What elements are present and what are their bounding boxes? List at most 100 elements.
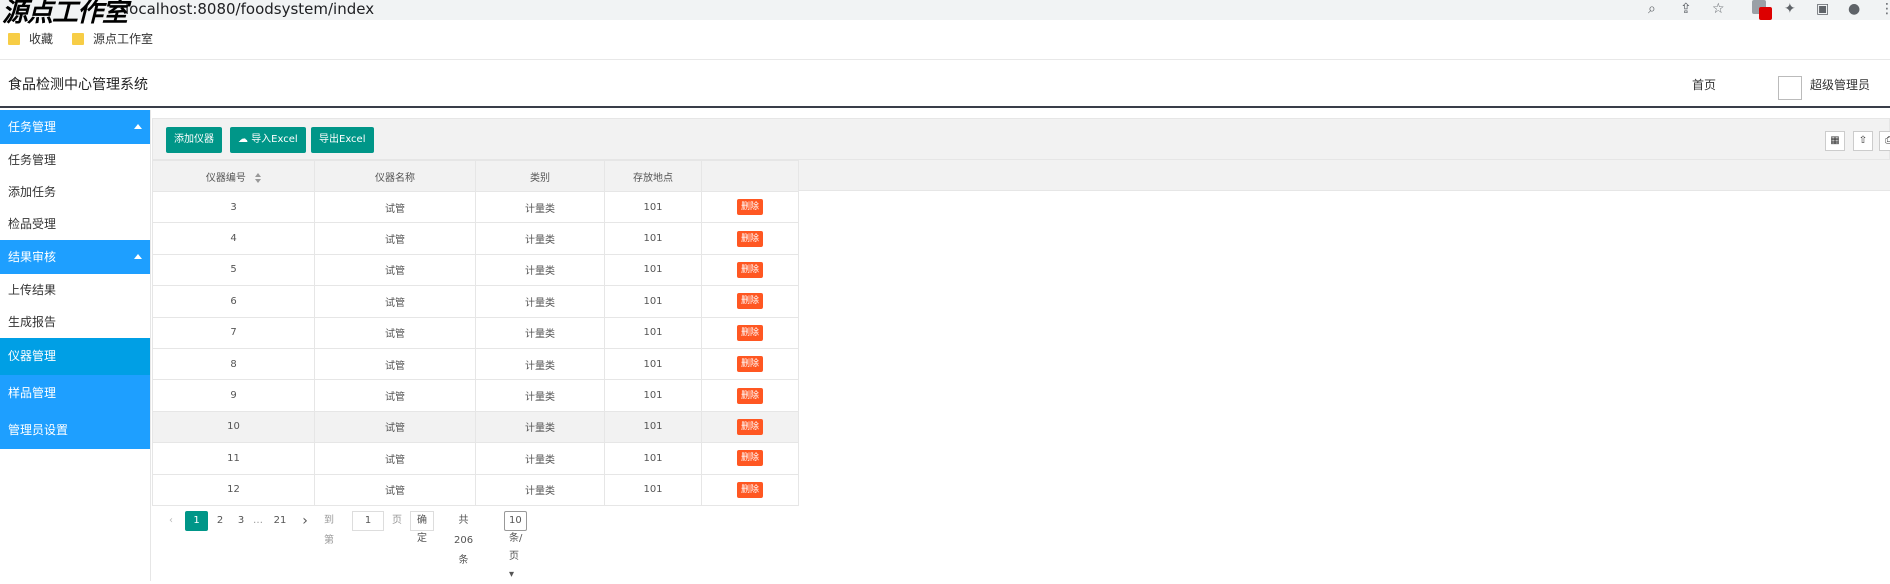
bookmark-item[interactable]: 源点工作室 (72, 28, 153, 50)
cell-name: 试管 (314, 347, 476, 381)
sidebar-item-generate-report[interactable]: 生成报告 (0, 306, 150, 338)
cell-name: 试管 (314, 316, 476, 349)
sidebar-item-sample-accept[interactable]: 检品受理 (0, 208, 150, 240)
delete-button[interactable]: 删除 (736, 261, 763, 278)
browser-url-bar[interactable]: localhost:8080/foodsystem/index (0, 0, 1890, 20)
page-unit-label: 页 (392, 515, 402, 526)
table-row: 4 试管 计量类 101 删除 (152, 222, 799, 255)
cell-category: 计量类 (475, 442, 605, 475)
menu-icon[interactable]: ⋮ (1880, 1, 1890, 17)
next-page-icon[interactable]: › (299, 511, 311, 531)
sidebar-group-task[interactable]: 任务管理 (0, 110, 150, 144)
bookmark-label: 收藏 (29, 32, 54, 46)
cell-id: 12 (152, 473, 315, 506)
sidebar-item-upload-result[interactable]: 上传结果 (0, 274, 150, 306)
page-ellipsis: … (253, 515, 263, 526)
puzzle-icon[interactable]: ✦ (1784, 1, 1796, 17)
bookmark-star-icon[interactable]: ☆ (1712, 1, 1725, 17)
cell-location: 101 (604, 316, 702, 349)
folder-icon (8, 33, 20, 45)
sidebar-group-review[interactable]: 结果审核 (0, 240, 150, 274)
col-header-name: 仪器名称 (314, 160, 476, 192)
table-row: 11 试管 计量类 101 删除 (152, 442, 799, 475)
goto-confirm-button[interactable]: 确定 (410, 511, 434, 544)
cell-name: 试管 (314, 222, 476, 255)
nav-home-link[interactable]: 首页 (1692, 76, 1716, 93)
col-header-id[interactable]: 仪器编号 (152, 160, 315, 192)
prev-page-icon[interactable]: ‹ (165, 511, 177, 531)
delete-button[interactable]: 删除 (736, 356, 763, 373)
share-icon[interactable]: ⇪ (1680, 1, 1692, 17)
page-link[interactable]: 2 (212, 511, 228, 531)
sidebar-item-instrument-manage[interactable]: 仪器管理 (0, 338, 150, 375)
columns-icon[interactable]: ▦ (1825, 131, 1845, 151)
per-page-select[interactable]: 10 条/页 ▾ (504, 511, 528, 580)
print-icon[interactable]: ⎙ (1879, 131, 1890, 151)
sidebar: 任务管理 任务管理 添加任务 检品受理 结果审核 上传结果 生成报告 仪器管理 … (0, 110, 151, 581)
sidebar-item-task-manage[interactable]: 任务管理 (0, 144, 150, 176)
cell-id: 6 (152, 285, 315, 318)
delete-button[interactable]: 删除 (736, 324, 763, 341)
delete-button[interactable]: 删除 (736, 293, 763, 310)
app-header: 食品检测中心管理系统 首页 超级管理员 (0, 60, 1890, 108)
cell-category: 计量类 (475, 473, 605, 506)
cloud-upload-icon: ☁ (238, 134, 248, 145)
add-instrument-button[interactable]: 添加仪器 (166, 127, 222, 153)
profile-icon[interactable]: ● (1848, 1, 1860, 17)
import-excel-button[interactable]: ☁ 导入Excel (230, 127, 306, 153)
table-row: 6 试管 计量类 101 删除 (152, 285, 799, 318)
cell-name: 试管 (314, 379, 476, 412)
sidepanel-icon[interactable]: ▣ (1816, 1, 1829, 17)
extension-icon[interactable] (1752, 0, 1774, 22)
page-link-last[interactable]: 21 (268, 511, 292, 531)
delete-button[interactable]: 删除 (736, 450, 763, 467)
delete-button[interactable]: 删除 (736, 481, 763, 498)
delete-button[interactable]: 删除 (736, 387, 763, 404)
cell-id: 11 (152, 442, 315, 475)
cell-action: 删除 (701, 253, 799, 287)
col-header-location: 存放地点 (604, 160, 702, 192)
chevron-up-icon (134, 254, 142, 259)
export-icon[interactable]: ⇧ (1853, 131, 1873, 151)
table-row: 7 试管 计量类 101 删除 (152, 316, 799, 349)
page-current[interactable]: 1 (185, 511, 208, 531)
table-row: 10 试管 计量类 101 删除 (152, 410, 799, 444)
folder-icon (72, 33, 84, 45)
zoom-icon[interactable]: ⌕ (1648, 1, 1656, 17)
table-row: 3 试管 计量类 101 删除 (152, 190, 799, 224)
goto-page-input[interactable]: 1 (352, 511, 384, 531)
cell-id: 4 (152, 222, 315, 255)
delete-button[interactable]: 删除 (736, 230, 763, 247)
cell-id: 3 (152, 190, 315, 224)
goto-label: 到第 (324, 515, 334, 546)
import-excel-label: 导入Excel (251, 134, 298, 145)
cell-location: 101 (604, 379, 702, 412)
export-excel-button[interactable]: 导出Excel (311, 127, 374, 153)
table-row: 9 试管 计量类 101 删除 (152, 379, 799, 412)
delete-button[interactable]: 删除 (736, 199, 763, 216)
sidebar-group-label: 结果审核 (8, 250, 57, 264)
cell-action: 删除 (701, 316, 799, 349)
url-text[interactable]: localhost:8080/foodsystem/index (125, 0, 374, 18)
admin-name[interactable]: 超级管理员 (1810, 76, 1870, 93)
avatar[interactable] (1778, 76, 1802, 100)
page-link[interactable]: 3 (234, 511, 248, 531)
cell-category: 计量类 (475, 222, 605, 255)
cell-category: 计量类 (475, 410, 605, 444)
sidebar-item-admin-settings[interactable]: 管理员设置 (0, 412, 150, 449)
sort-icon[interactable] (255, 172, 262, 183)
cell-id: 5 (152, 253, 315, 287)
cell-location: 101 (604, 253, 702, 287)
cell-action: 删除 (701, 222, 799, 255)
bookmark-item[interactable]: 收藏 (8, 28, 53, 50)
table-row: 5 试管 计量类 101 删除 (152, 253, 799, 287)
table-body: 3 试管 计量类 101 删除 4 试管 计量类 101 删除 5 试管 计量类 101 删除 6 试管 计量类 1… (152, 190, 799, 506)
cell-location: 101 (604, 222, 702, 255)
delete-button[interactable]: 删除 (736, 418, 763, 435)
sidebar-item-add-task[interactable]: 添加任务 (0, 176, 150, 208)
cell-category: 计量类 (475, 379, 605, 412)
cell-location: 101 (604, 285, 702, 318)
sidebar-item-sample-manage[interactable]: 样品管理 (0, 375, 150, 412)
cell-name: 试管 (314, 442, 476, 475)
cell-location: 101 (604, 190, 702, 224)
